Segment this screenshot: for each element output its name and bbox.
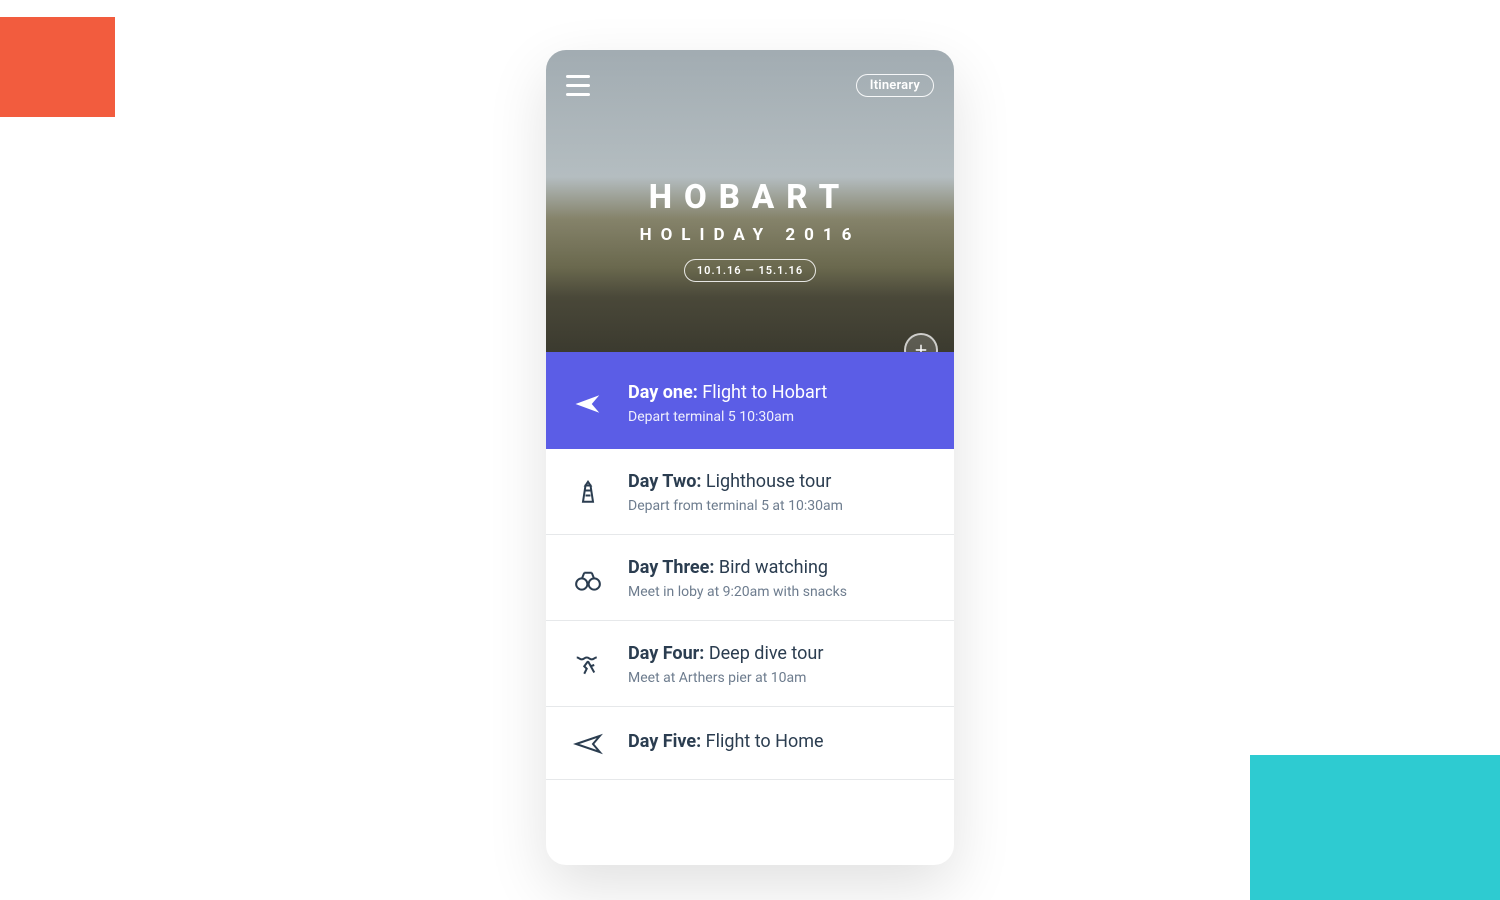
- day-label: Day one:: [628, 382, 698, 403]
- activity-label: Deep dive tour: [709, 643, 824, 664]
- itinerary-item-day-three[interactable]: Day Three: Bird watching Meet in loby at…: [546, 535, 954, 621]
- activity-label: Flight to Home: [706, 731, 824, 752]
- activity-label: Flight to Hobart: [702, 382, 827, 403]
- day-label: Day Two:: [628, 471, 701, 492]
- itinerary-item-day-four[interactable]: Day Four: Deep dive tour Meet at Arthers…: [546, 621, 954, 707]
- trip-hero: Itinerary HOBART HOLIDAY 2016 10.1.16 — …: [546, 50, 954, 352]
- day-label: Day Four:: [628, 643, 704, 664]
- diving-icon: [573, 650, 603, 680]
- activity-label: Bird watching: [719, 557, 828, 578]
- phone-frame: Itinerary HOBART HOLIDAY 2016 10.1.16 — …: [546, 50, 954, 865]
- airplane-icon: [573, 389, 603, 419]
- day-label: Day Three:: [628, 557, 714, 578]
- activity-detail: Depart from terminal 5 at 10:30am: [628, 498, 843, 514]
- decor-teal-square: [1250, 755, 1500, 900]
- trip-date-range: 10.1.16 — 15.1.16: [684, 259, 816, 282]
- activity-detail: Meet at Arthers pier at 10am: [628, 670, 823, 686]
- itinerary-list: Day one: Flight to Hobart Depart termina…: [546, 352, 954, 780]
- binoculars-icon: [573, 564, 603, 594]
- activity-label: Lighthouse tour: [706, 471, 831, 492]
- itinerary-badge[interactable]: Itinerary: [856, 74, 934, 97]
- decor-coral-square: [0, 17, 115, 117]
- day-label: Day Five:: [628, 731, 701, 752]
- menu-icon[interactable]: [566, 75, 590, 96]
- add-button[interactable]: [904, 333, 938, 352]
- activity-detail: Depart terminal 5 10:30am: [628, 409, 827, 425]
- itinerary-item-day-two[interactable]: Day Two: Lighthouse tour Depart from ter…: [546, 449, 954, 535]
- itinerary-item-day-one[interactable]: Day one: Flight to Hobart Depart termina…: [546, 352, 954, 449]
- lighthouse-icon: [573, 478, 603, 508]
- itinerary-item-day-five[interactable]: Day Five: Flight to Home: [546, 707, 954, 780]
- trip-subtitle: HOLIDAY 2016: [546, 225, 954, 245]
- trip-title: HOBART: [546, 178, 954, 217]
- airplane-outline-icon: [573, 729, 603, 759]
- activity-detail: Meet in loby at 9:20am with snacks: [628, 584, 847, 600]
- plus-icon: [914, 343, 928, 352]
